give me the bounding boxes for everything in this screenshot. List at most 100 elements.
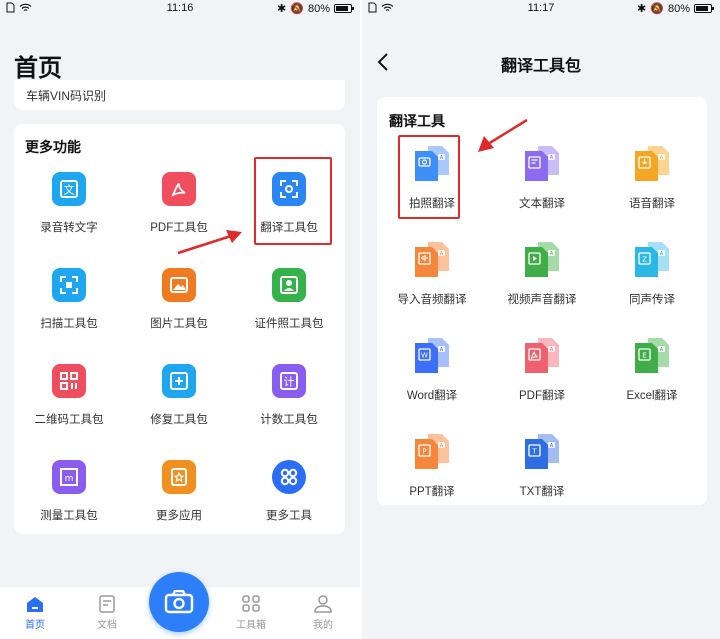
battery-icon xyxy=(334,4,354,13)
page-title: 首页 xyxy=(14,55,62,82)
svg-text:E: E xyxy=(642,352,646,360)
tool-label: 证件照工具包 xyxy=(254,318,324,330)
red-arrow-icon xyxy=(177,230,242,255)
svg-text:计: 计 xyxy=(284,376,295,389)
translate-tool-item[interactable]: A Z 同声传译 xyxy=(597,233,707,329)
ppt-translate-icon: A P xyxy=(414,433,450,471)
section-title: 翻译工具 xyxy=(389,113,445,129)
svg-text:文: 文 xyxy=(64,183,75,197)
tool-label: 更多工具 xyxy=(266,510,312,522)
translate-tool-item[interactable]: A W Word翻译 xyxy=(377,329,487,425)
highlight-box xyxy=(398,135,460,219)
simultaneous-icon: A Z xyxy=(634,241,670,279)
svg-text:m: m xyxy=(65,474,74,484)
document-icon xyxy=(99,595,115,613)
vin-card[interactable]: 车辆VIN码识别 xyxy=(14,80,345,110)
tool-label: 录音转文字 xyxy=(40,222,98,234)
svg-text:A: A xyxy=(440,347,444,353)
battery-percent: 80% xyxy=(307,2,330,15)
tool-label: 同声传译 xyxy=(629,294,675,306)
tool-label: Word翻译 xyxy=(406,390,458,402)
translate-tool-item[interactable]: A P PPT翻译 xyxy=(377,425,487,521)
translate-tool-item[interactable]: A 语音翻译 xyxy=(597,137,707,233)
toolbox-icon xyxy=(242,595,260,612)
tab-toolbox[interactable]: 工具箱 xyxy=(226,595,276,631)
counter-icon: 计 xyxy=(272,364,306,398)
tool-label: 二维码工具包 xyxy=(34,414,104,426)
tool-item[interactable]: 图片工具包 xyxy=(124,264,234,360)
tool-label: TXT翻译 xyxy=(519,486,565,498)
tab-label: 首页 xyxy=(25,620,45,631)
tab-home[interactable]: 首页 xyxy=(10,595,60,631)
svg-text:T: T xyxy=(531,448,537,456)
tool-label: Excel翻译 xyxy=(626,390,678,402)
tool-item[interactable]: 计 计数工具包 xyxy=(234,360,344,456)
tab-documents[interactable]: 文档 xyxy=(82,595,132,631)
home-icon xyxy=(27,597,43,612)
mute-icon: 🔕 xyxy=(290,3,304,15)
tab-label: 工具箱 xyxy=(236,620,266,631)
tab-profile[interactable]: 我的 xyxy=(298,595,348,631)
translate-tool-item[interactable]: A E Excel翻译 xyxy=(597,329,707,425)
voice-translate-icon: A xyxy=(634,145,670,183)
svg-text:A: A xyxy=(550,347,554,353)
tool-label: 图片工具包 xyxy=(150,318,208,330)
translate-tool-item[interactable]: A T TXT翻译 xyxy=(487,425,597,521)
more-features-card: 更多功能 文 录音转文字 PDF工具包 翻译工具包 扫描工具包 图片工具包 证件… xyxy=(14,124,345,534)
tool-label: 测量工具包 xyxy=(40,510,98,522)
svg-text:Z: Z xyxy=(642,256,647,264)
pdf-icon xyxy=(162,172,196,206)
svg-text:A: A xyxy=(440,251,444,257)
battery-percent: 80% xyxy=(667,2,690,15)
star-icon xyxy=(162,460,196,494)
txt-translate-icon: A T xyxy=(524,433,560,471)
tool-item[interactable]: 二维码工具包 xyxy=(14,360,124,456)
grid-icon xyxy=(272,460,306,494)
red-arrow-icon xyxy=(478,118,528,152)
status-right-icons: ✱ 🔕 80% xyxy=(637,2,714,15)
translate-tool-item[interactable]: A PDF翻译 xyxy=(487,329,597,425)
tool-item[interactable]: 文 录音转文字 xyxy=(14,168,124,264)
qrcode-icon xyxy=(52,364,86,398)
battery-icon xyxy=(694,4,714,13)
image-icon xyxy=(162,268,196,302)
tab-label: 文档 xyxy=(97,620,117,631)
bluetooth-icon: ✱ xyxy=(637,3,647,15)
svg-text:A: A xyxy=(660,155,664,161)
svg-text:P: P xyxy=(422,448,426,456)
camera-icon xyxy=(164,590,194,614)
bluetooth-icon: ✱ xyxy=(277,3,287,15)
tool-item[interactable]: 更多应用 xyxy=(124,456,234,552)
repair-icon xyxy=(162,364,196,398)
pdf-translate-icon: A xyxy=(524,337,560,375)
mute-icon: 🔕 xyxy=(650,3,664,15)
tool-item[interactable]: 证件照工具包 xyxy=(234,264,344,360)
highlight-box xyxy=(254,157,332,245)
id-photo-icon xyxy=(272,268,306,302)
translate-tools-card: 翻译工具 A 拍照翻译 A 文本翻译 A 语音翻译 A 导入音频翻译 A 视频声… xyxy=(377,97,707,505)
home-screen: 11:16 ✱ 🔕 80% 首页 车辆VIN码识别 更多功能 文 录音转文字 P… xyxy=(0,0,360,639)
word-translate-icon: A W xyxy=(414,337,450,375)
tool-item[interactable]: 扫描工具包 xyxy=(14,264,124,360)
svg-text:A: A xyxy=(440,443,444,449)
tool-label: PPT翻译 xyxy=(409,486,455,498)
section-title: 更多功能 xyxy=(25,139,81,155)
tool-item[interactable]: 修复工具包 xyxy=(124,360,234,456)
doc-text-icon: 文 xyxy=(52,172,86,206)
camera-button[interactable] xyxy=(149,572,209,632)
tool-label: 视频声音翻译 xyxy=(507,294,577,306)
tool-item[interactable]: 更多工具 xyxy=(234,456,344,552)
svg-text:A: A xyxy=(550,251,554,257)
svg-text:A: A xyxy=(660,347,664,353)
tool-item[interactable]: m 测量工具包 xyxy=(14,456,124,552)
svg-text:W: W xyxy=(421,352,428,360)
translate-tool-item[interactable]: A 导入音频翻译 xyxy=(377,233,487,329)
nav-bar: 翻译工具包 xyxy=(362,44,720,80)
page-title: 翻译工具包 xyxy=(500,58,581,75)
translate-tool-item[interactable]: A 视频声音翻译 xyxy=(487,233,597,329)
tool-label: 更多应用 xyxy=(156,510,202,522)
svg-text:A: A xyxy=(660,251,664,257)
excel-translate-icon: A E xyxy=(634,337,670,375)
tool-label: 计数工具包 xyxy=(260,414,318,426)
status-bar: 11:16 ✱ 🔕 80% xyxy=(0,0,360,18)
